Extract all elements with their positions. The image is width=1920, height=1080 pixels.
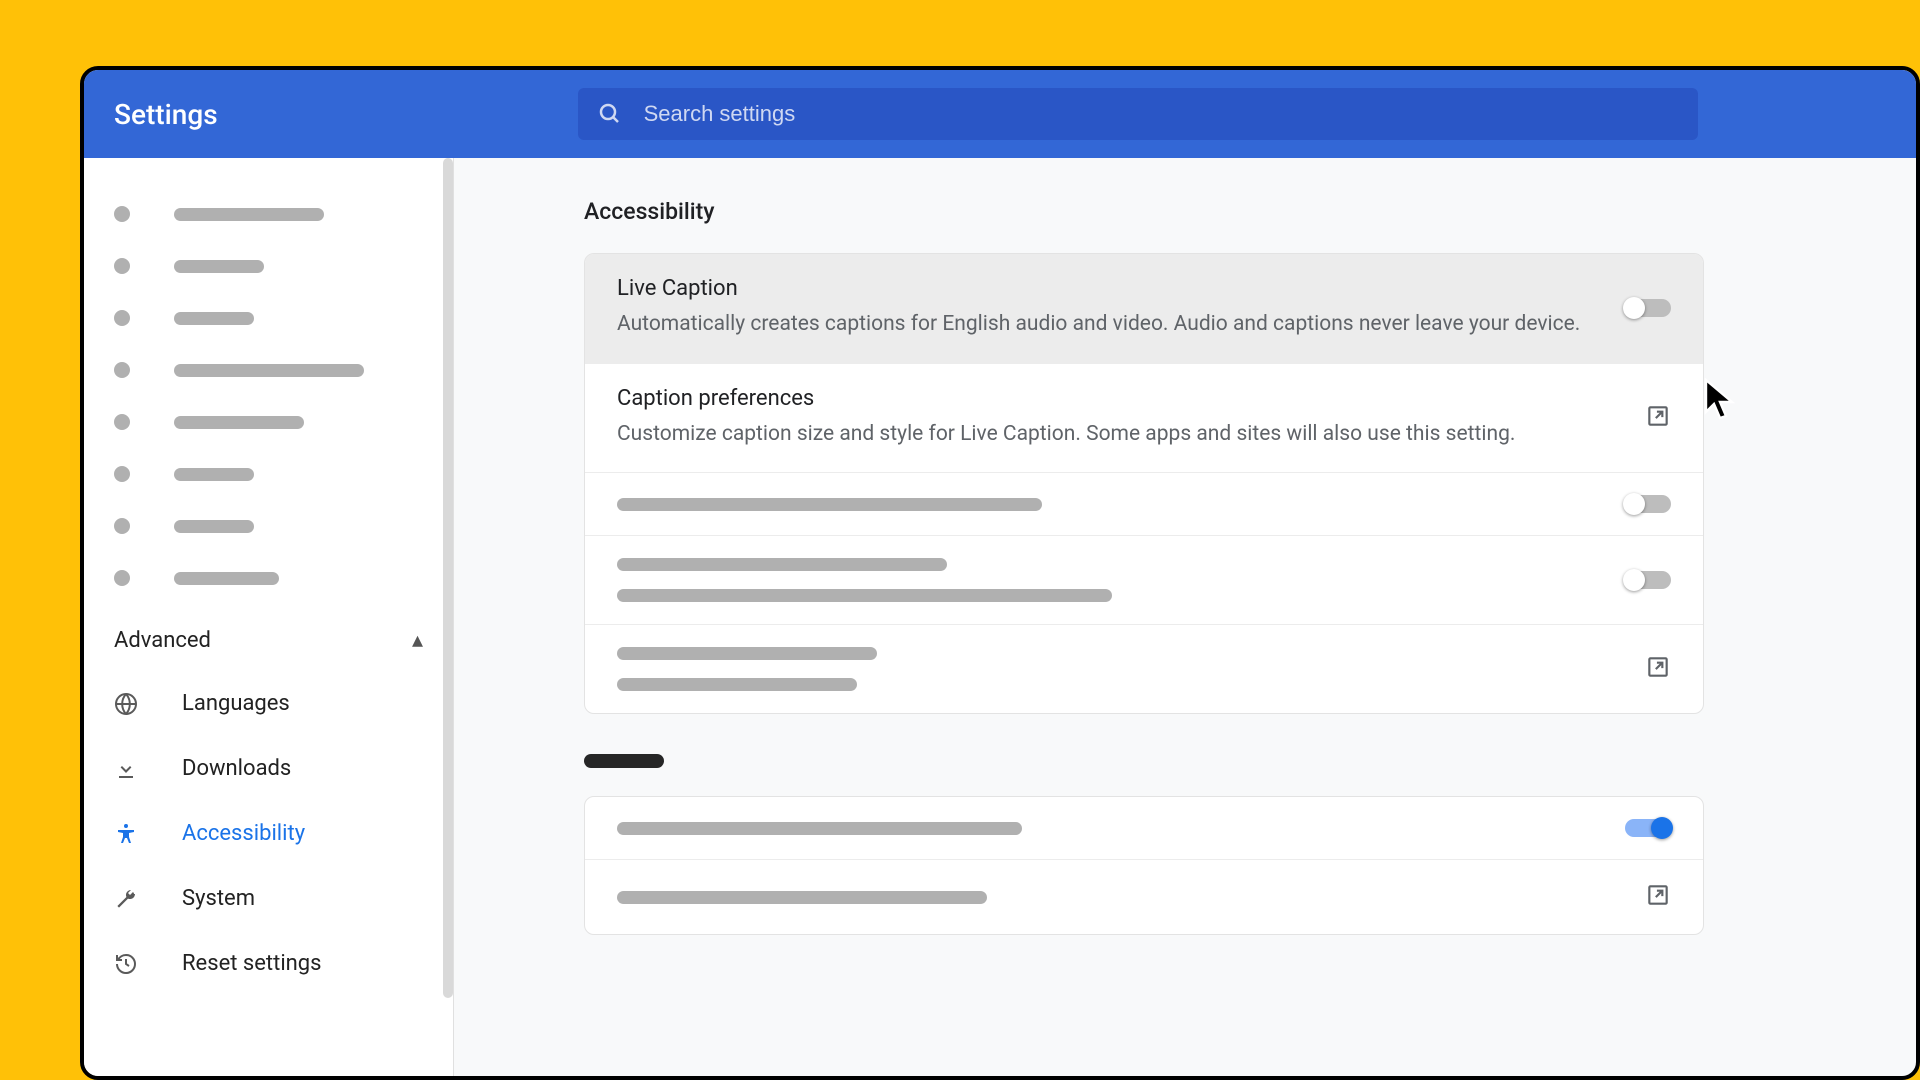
sidebar-item-placeholder[interactable] [84, 500, 453, 552]
row-desc: Customize caption size and style for Liv… [617, 419, 1605, 451]
sidebar-item-label: Accessibility [182, 821, 305, 846]
row-placeholder[interactable] [585, 536, 1703, 625]
row-live-caption[interactable]: Live Caption Automatically creates capti… [585, 254, 1703, 364]
search-bar[interactable] [578, 88, 1698, 140]
row-title: Caption preferences [617, 386, 1605, 411]
section-title: Accessibility [584, 198, 1856, 225]
wrench-icon [114, 887, 138, 911]
sidebar-item-placeholder[interactable] [84, 552, 453, 604]
live-caption-toggle[interactable] [1625, 299, 1671, 317]
sidebar: Advanced ▴ Languages Downloads [84, 158, 454, 1076]
row-placeholder[interactable] [585, 473, 1703, 536]
download-icon [114, 757, 138, 781]
page-title: Settings [114, 98, 218, 131]
row-desc: Automatically creates captions for Engli… [617, 309, 1585, 341]
search-input[interactable] [644, 101, 1678, 127]
sidebar-item-label: System [182, 886, 255, 911]
sidebar-item-placeholder[interactable] [84, 292, 453, 344]
main-content: Accessibility Live Caption Automatically… [454, 158, 1916, 1076]
sidebar-item-placeholder[interactable] [84, 188, 453, 240]
accessibility-icon [114, 822, 138, 846]
second-card [584, 796, 1704, 935]
chevron-up-icon: ▴ [412, 628, 423, 653]
sidebar-item-languages[interactable]: Languages [84, 671, 453, 736]
row-title: Live Caption [617, 276, 1585, 301]
sidebar-item-reset[interactable]: Reset settings [84, 931, 453, 996]
external-link-icon [1645, 882, 1671, 912]
external-link-icon [1645, 403, 1671, 433]
settings-window: Settings Advanced ▴ [80, 66, 1920, 1080]
sidebar-item-downloads[interactable]: Downloads [84, 736, 453, 801]
toggle[interactable] [1625, 495, 1671, 513]
sidebar-item-placeholder[interactable] [84, 240, 453, 292]
sidebar-advanced-label: Advanced [114, 628, 211, 653]
history-icon [114, 952, 138, 976]
sidebar-item-label: Languages [182, 691, 290, 716]
sidebar-item-placeholder[interactable] [84, 448, 453, 500]
toggle[interactable] [1625, 819, 1671, 837]
sidebar-item-placeholder[interactable] [84, 396, 453, 448]
globe-icon [114, 692, 138, 716]
row-placeholder[interactable] [585, 797, 1703, 860]
topbar: Settings [84, 70, 1916, 158]
row-placeholder[interactable] [585, 625, 1703, 713]
sidebar-item-label: Reset settings [182, 951, 322, 976]
sidebar-item-system[interactable]: System [84, 866, 453, 931]
accessibility-card: Live Caption Automatically creates capti… [584, 253, 1704, 714]
toggle[interactable] [1625, 571, 1671, 589]
sidebar-item-placeholder[interactable] [84, 344, 453, 396]
sidebar-item-label: Downloads [182, 756, 291, 781]
sidebar-item-accessibility[interactable]: Accessibility [84, 801, 453, 866]
sidebar-scrollbar[interactable] [443, 158, 453, 998]
section-heading-placeholder [584, 754, 664, 768]
row-placeholder[interactable] [585, 860, 1703, 934]
sidebar-advanced-toggle[interactable]: Advanced ▴ [84, 604, 453, 671]
row-caption-preferences[interactable]: Caption preferences Customize caption si… [585, 364, 1703, 474]
search-icon [598, 102, 622, 126]
external-link-icon [1645, 654, 1671, 684]
